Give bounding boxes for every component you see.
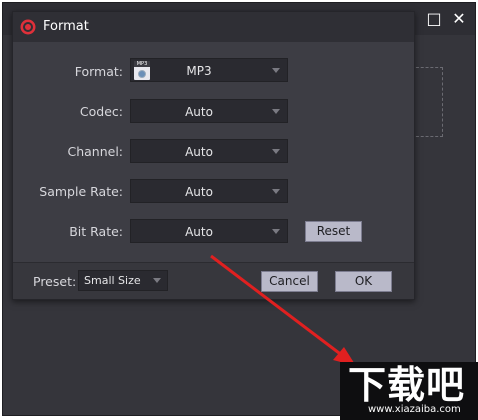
annotation-arrow-icon xyxy=(210,254,356,366)
watermark-logo: 下载吧 xyxy=(348,363,466,407)
watermark: 下载吧 www.xiazaiba.com xyxy=(340,362,478,420)
watermark-url: www.xiazaiba.com xyxy=(368,404,461,415)
